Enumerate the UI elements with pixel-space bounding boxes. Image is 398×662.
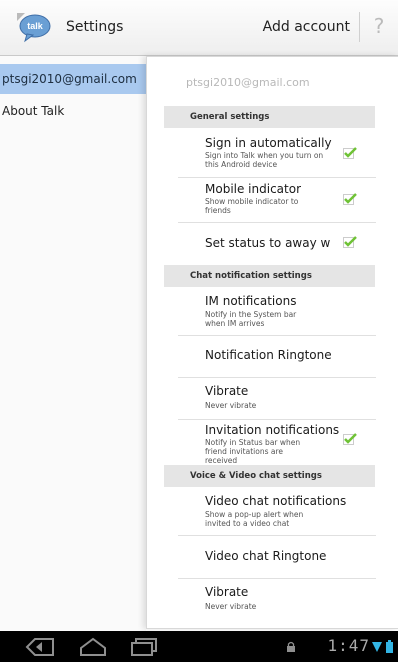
lock-icon [287,641,295,652]
section-chat-notification-settings: Chat notification settings [164,265,375,287]
checkbox-checked-icon[interactable] [343,147,357,159]
account-item-gmail[interactable]: ptsgi2010@gmail.com [0,64,146,94]
back-icon[interactable] [25,637,55,657]
section-title: Voice & Video chat settings [190,471,322,481]
setting-summary: Never vibrate [205,401,257,410]
page-title: Settings [66,19,124,35]
setting-title: Vibrate [205,585,249,599]
checkbox-checked-icon[interactable] [343,236,357,248]
action-bar-divider [359,12,360,42]
setting-title: Mobile indicator [205,182,301,196]
checkbox-checked-icon[interactable] [343,193,357,205]
svg-text:?: ? [374,14,385,38]
help-icon[interactable]: ? [370,14,388,38]
about-talk-item[interactable]: About Talk [0,96,146,126]
setting-summary: Notify in Status bar when friend invitat… [205,438,301,465]
checkbox-checked-icon[interactable] [343,433,357,445]
setting-title: IM notifications [205,294,297,308]
clock: 1:47 [327,636,370,655]
setting-title: Vibrate [205,384,249,398]
wifi-signal-icon [372,642,382,652]
section-title: Chat notification settings [190,271,312,281]
setting-title: Video chat notifications [205,494,347,508]
account-item-label: ptsgi2010@gmail.com [2,72,137,86]
setting-title: Set status to away whe [205,236,331,250]
setting-summary: Never vibrate [205,602,257,611]
about-talk-label: About Talk [2,104,65,118]
setting-title: Invitation notifications [205,423,340,437]
setting-summary: Notify in the System bar when IM arrives [205,310,297,328]
battery-icon [386,640,393,653]
setting-vibrate[interactable] [164,378,375,418]
setting-video-vibrate[interactable] [164,579,375,623]
setting-title: Notification Ringtone [205,348,332,362]
section-general-settings: General settings [164,106,375,128]
recent-apps-icon[interactable] [130,637,158,657]
system-bar: 1:47 [0,631,398,662]
setting-title: Video chat Ringtone [205,549,327,563]
account-list [0,56,146,631]
app-icon-text: talk [27,21,44,31]
add-account-button[interactable]: Add account [263,19,350,35]
setting-title: Sign in automatically [205,136,332,150]
home-icon[interactable] [78,637,108,657]
setting-summary: Show a pop-up alert when invited to a vi… [205,510,304,528]
section-title: General settings [190,112,270,122]
account-header: ptsgi2010@gmail.com [186,76,310,89]
setting-summary: Show mobile indicator to friends [205,197,299,215]
action-bar: talk Settings Add account ? [0,0,398,56]
section-voice-video-chat-settings: Voice & Video chat settings [164,465,375,487]
talk-app-icon[interactable]: talk [17,13,53,43]
setting-summary: Sign into Talk when you turn on this And… [205,151,324,169]
